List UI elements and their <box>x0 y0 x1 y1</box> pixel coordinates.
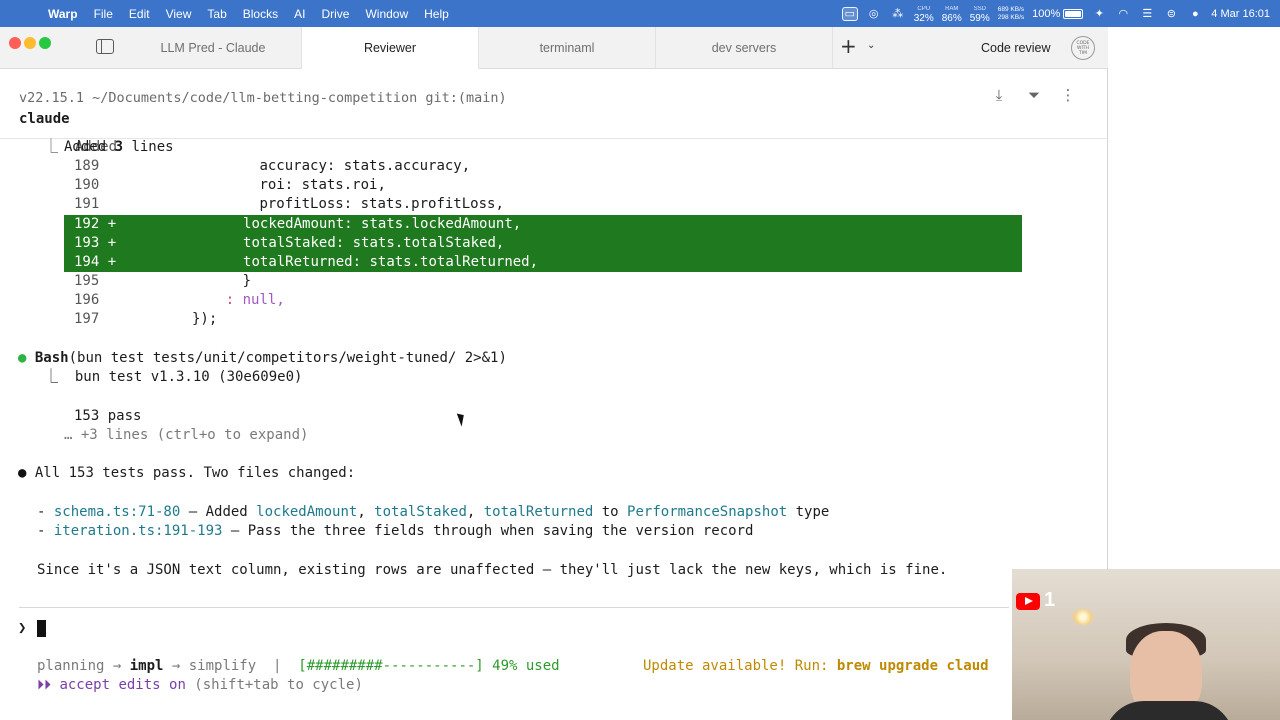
control-center-icon[interactable]: ⊜ <box>1163 7 1179 21</box>
vpn-shield-icon[interactable]: ✦ <box>1091 7 1107 21</box>
bash-result: ⎿ bun test v1.3.10 (30e609e0) <box>44 369 303 385</box>
menu-file[interactable]: File <box>86 7 121 21</box>
maximize-window-button[interactable] <box>39 37 51 49</box>
tab-dev-servers[interactable]: dev servers <box>656 27 833 69</box>
diff-line: 191 profitLoss: stats.profitLoss, <box>74 196 504 212</box>
context-usage-bar: [#########-----------] 49% used <box>298 658 560 674</box>
battery-icon <box>1063 8 1084 19</box>
sidebar-toggle-icon[interactable] <box>96 39 114 54</box>
test-pass-count: 153 pass <box>74 408 142 424</box>
success-dot-icon: ● <box>18 350 27 366</box>
tab-terminaml[interactable]: terminaml <box>479 27 656 69</box>
network-monitor-icon[interactable]: ◎ <box>866 7 882 21</box>
workflow-status: planning → impl → simplify | [#########-… <box>37 658 560 674</box>
menu-view[interactable]: View <box>158 7 200 21</box>
tab-bar: LLM Pred - Claude Reviewer terminaml dev… <box>0 27 1108 69</box>
screen-mirror-icon[interactable]: ▭ <box>841 6 858 21</box>
battery-status[interactable]: 100% <box>1032 8 1084 20</box>
added-lines-summary: Added 3 lines <box>64 139 174 155</box>
menu-blocks[interactable]: Blocks <box>235 7 286 21</box>
expand-hint[interactable]: … +3 lines (ctrl+o to expand) <box>64 426 308 445</box>
minimize-window-button[interactable] <box>24 37 36 49</box>
menu-help[interactable]: Help <box>416 7 457 21</box>
diff-line: 190 roi: stats.roi, <box>74 177 386 193</box>
diff-line: 189 accuracy: stats.accuracy, <box>74 158 471 174</box>
schema-file-link[interactable]: schema.ts:71-80 <box>54 504 180 520</box>
leaf-icon[interactable]: ⁂ <box>890 7 906 21</box>
diff-line: 197 }); <box>74 311 218 327</box>
wifi-icon[interactable]: ◠ <box>1115 7 1131 21</box>
iteration-file-link[interactable]: iteration.ts:191-193 <box>54 523 223 539</box>
download-icon[interactable]: ⤓ <box>989 86 1009 106</box>
tab-llm-pred-claude[interactable]: LLM Pred - Claude <box>125 27 302 69</box>
changed-file-item: - schema.ts:71-80 — Added lockedAmount, … <box>37 504 830 520</box>
status-menus: ▭ ◎ ⁂ CPU 32% RAM 86% SSD 59% 689 KB/s 298 K… <box>841 5 1280 24</box>
prompt-chevron-icon: ❯ <box>18 620 27 636</box>
menu-bar: Warp File Edit View Tab Blocks AI Drive … <box>0 0 1280 27</box>
user-icon[interactable]: ● <box>1187 7 1203 21</box>
more-options-icon[interactable]: ⋮ <box>1058 86 1078 106</box>
webcam-overlay: 1 <box>1012 569 1280 720</box>
network-stat[interactable]: 689 KB/s 298 KB/s <box>998 6 1024 22</box>
diff-added-line: 193 + totalStaked: stats.totalStaked, <box>64 234 1022 253</box>
diff-line: 195 } <box>74 273 252 289</box>
running-command: claude <box>19 111 70 127</box>
menu-edit[interactable]: Edit <box>121 7 158 21</box>
assistant-summary: ● All 153 tests pass. Two files changed: <box>18 465 356 481</box>
close-window-button[interactable] <box>9 37 21 49</box>
filter-icon[interactable]: ⏷ <box>1024 86 1044 106</box>
update-notice: Update available! Run: brew upgrade clau… <box>643 658 989 674</box>
list-icon[interactable]: ☰ <box>1139 7 1155 21</box>
prompt-divider <box>19 607 1009 608</box>
clock[interactable]: 4 Mar 16:01 <box>1211 8 1270 20</box>
ssd-stat[interactable]: SSD 59% <box>970 5 990 24</box>
input-cursor[interactable] <box>37 620 46 637</box>
lamp-light <box>1072 609 1094 625</box>
presenter-body <box>1104 701 1234 720</box>
menu-ai[interactable]: AI <box>286 7 313 21</box>
terminal-header: v22.15.1 ~/Documents/code/llm-betting-co… <box>0 69 1108 139</box>
diff-line: 196 : null, <box>74 292 285 308</box>
chevron-down-icon[interactable]: ⌄ <box>867 40 875 51</box>
code-review-button[interactable]: Code review <box>972 36 1059 60</box>
accept-edits-mode[interactable]: ⏵⏵ accept edits on (shift+tab to cycle) <box>37 676 363 695</box>
closing-note: Since it's a JSON text column, existing … <box>37 562 948 578</box>
youtube-icon <box>1016 593 1040 610</box>
menu-window[interactable]: Window <box>357 7 416 21</box>
menu-app[interactable]: Warp <box>40 7 86 21</box>
new-tab-plus-icon[interactable]: + <box>840 36 857 56</box>
youtube-count: 1 <box>1044 589 1056 611</box>
channel-badge: CODE WITH TIM <box>1071 36 1095 60</box>
bash-tool-call: ● Bash(bun test tests/unit/competitors/w… <box>18 350 507 366</box>
menu-tab[interactable]: Tab <box>199 7 234 21</box>
changed-file-item: - iteration.ts:191-193 — Pass the three … <box>37 523 754 539</box>
message-dot-icon: ● <box>18 465 27 481</box>
cpu-stat[interactable]: CPU 32% <box>914 5 934 24</box>
diff-added-line: 192 + lockedAmount: stats.lockedAmount, <box>64 215 1022 234</box>
tab-reviewer[interactable]: Reviewer <box>302 27 479 69</box>
working-directory: v22.15.1 ~/Documents/code/llm-betting-co… <box>19 90 507 106</box>
ram-stat[interactable]: RAM 86% <box>942 5 962 24</box>
diff-added-line: 194 + totalReturned: stats.totalReturned… <box>64 253 1022 272</box>
menu-drive[interactable]: Drive <box>313 7 357 21</box>
